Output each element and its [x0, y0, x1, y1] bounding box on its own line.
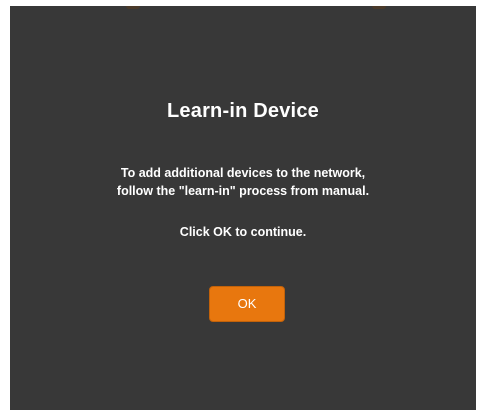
- dialog-title: Learn-in Device: [167, 100, 319, 122]
- top-edge-accent-left: [126, 6, 140, 9]
- top-edge-accent-right: [372, 6, 386, 9]
- dialog-message-line-1: To add additional devices to the network…: [120, 166, 366, 180]
- screen-frame: Learn-in Device To add additional device…: [0, 0, 484, 415]
- learn-in-dialog: Learn-in Device To add additional device…: [10, 6, 476, 410]
- ok-button[interactable]: OK: [209, 286, 285, 322]
- dialog-message: To add additional devices to the network…: [10, 164, 476, 200]
- continue-instruction: Click OK to continue.: [179, 225, 307, 239]
- dialog-message-line-2: follow the "learn-in" process from manua…: [116, 184, 370, 198]
